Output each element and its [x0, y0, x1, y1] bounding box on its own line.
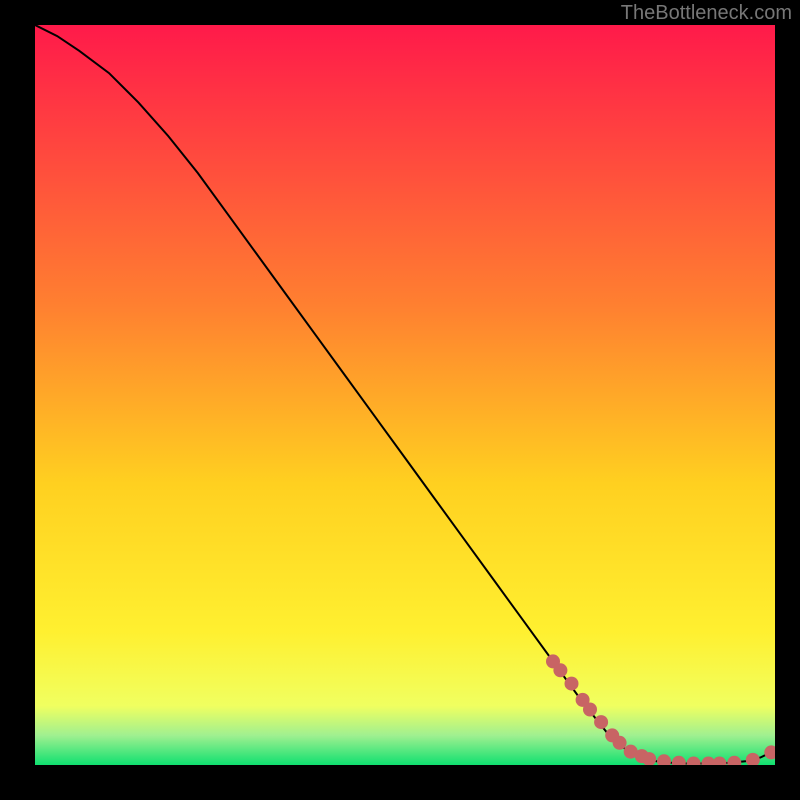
scatter-point	[565, 677, 579, 691]
gradient-background	[35, 25, 775, 765]
chart-plot-area	[35, 25, 775, 765]
scatter-point	[553, 663, 567, 677]
chart-svg	[35, 25, 775, 765]
scatter-point	[613, 736, 627, 750]
scatter-point	[583, 703, 597, 717]
scatter-point	[594, 715, 608, 729]
watermark-text: TheBottleneck.com	[621, 2, 792, 25]
